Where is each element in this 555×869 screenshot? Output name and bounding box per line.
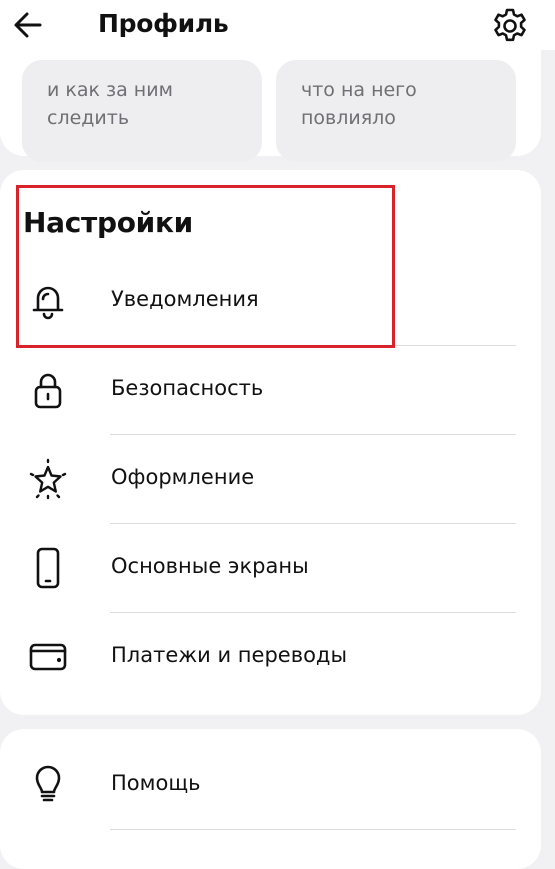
lock-icon xyxy=(26,368,70,412)
tile-text: и как за ним следить xyxy=(47,79,173,129)
settings-item-label: Основные экраны xyxy=(111,554,309,578)
info-tile[interactable]: и как за ним следить xyxy=(22,60,262,162)
settings-card: Настройки Уведомления Безопасность Оформ… xyxy=(0,170,541,715)
highlight-box xyxy=(16,185,395,348)
divider xyxy=(110,829,516,830)
settings-item-payments[interactable]: Платежи и переводы xyxy=(0,613,541,702)
settings-item-label: Безопасность xyxy=(111,376,264,400)
help-card: Помощь xyxy=(0,729,541,869)
lightbulb-icon xyxy=(26,763,70,807)
back-button[interactable] xyxy=(10,7,46,43)
settings-item-security[interactable]: Безопасность xyxy=(0,346,541,435)
info-tile[interactable]: что на него повлияло xyxy=(276,60,516,162)
help-item[interactable]: Помощь xyxy=(0,741,541,830)
tile-text: что на него повлияло xyxy=(301,79,417,129)
wallet-icon xyxy=(26,635,70,679)
phone-icon xyxy=(26,546,70,590)
help-item-label: Помощь xyxy=(111,771,201,795)
settings-item-appearance[interactable]: Оформление xyxy=(0,435,541,524)
gear-icon xyxy=(494,8,526,42)
sparkle-star-icon xyxy=(26,457,70,501)
settings-button[interactable] xyxy=(490,6,530,46)
arrow-left-icon xyxy=(14,12,42,38)
settings-item-main-screens[interactable]: Основные экраны xyxy=(0,524,541,613)
settings-item-label: Оформление xyxy=(111,465,255,489)
page-title: Профиль xyxy=(98,9,229,38)
top-bar: Профиль xyxy=(0,0,555,50)
settings-item-label: Платежи и переводы xyxy=(111,643,348,667)
